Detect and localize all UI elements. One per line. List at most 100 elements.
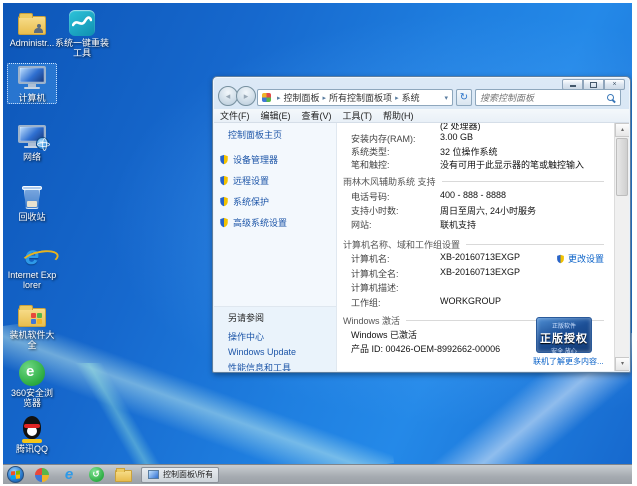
- spec-value: 周日至周六, 24小时服务: [440, 204, 536, 217]
- user-folder-icon: [17, 9, 47, 37]
- window-icon: [148, 470, 159, 479]
- search-icon: [607, 94, 615, 102]
- icon-label: Administr...: [7, 38, 57, 48]
- see-also-panel: 另请参阅 操作中心 Windows Update 性能信息和工具: [214, 306, 336, 371]
- taskbar-pinwheel-app-icon[interactable]: [33, 466, 51, 484]
- sidebar-action-center[interactable]: 操作中心: [228, 330, 336, 343]
- sidebar-windows-update[interactable]: Windows Update: [228, 347, 336, 357]
- spec-value: WORKGROUP: [440, 296, 501, 306]
- spec-row-system-type: 系统类型: 32 位操作系统: [337, 145, 614, 157]
- spec-row-pen-touch: 笔和触控: 没有可用于此显示器的笔或触控输入: [337, 158, 614, 170]
- desktop-icon-system-reinstall-tool[interactable]: 系统一键重装工具: [55, 9, 109, 58]
- spec-label: 计算机名:: [351, 252, 390, 265]
- spec-label: 工作组:: [351, 296, 381, 309]
- sidebar-performance-tools[interactable]: 性能信息和工具: [228, 361, 336, 371]
- menu-file[interactable]: 文件(F): [220, 109, 250, 122]
- close-icon: ×: [612, 81, 616, 88]
- title-bar[interactable]: ×: [213, 77, 630, 89]
- taskbar-internet-explorer[interactable]: e: [60, 466, 78, 484]
- recycle-bin-icon: [17, 183, 47, 211]
- reinstall-tool-icon: [67, 9, 97, 37]
- network-icon: [17, 123, 47, 151]
- desktop-icon-internet-explorer[interactable]: e Internet Explorer: [7, 241, 57, 290]
- computer-row-name: 计算机名: XB-20160713EXGP 更改设置: [337, 252, 614, 264]
- genuine-badge[interactable]: 正版软件 正版授权 安全 放心: [536, 317, 592, 353]
- breadcrumb-system[interactable]: 系统: [402, 91, 420, 104]
- forward-button[interactable]: ▸: [236, 86, 256, 106]
- taskbar-active-window-button[interactable]: 控制面板\所有控制...: [141, 467, 219, 483]
- desktop-icon-software-collection[interactable]: 装机软件大全: [7, 301, 57, 350]
- address-dropdown-icon[interactable]: ▾: [442, 94, 450, 102]
- uac-shield-icon: [219, 175, 229, 186]
- uac-shield-icon: [556, 254, 565, 264]
- breadcrumb-control-panel[interactable]: 控制面板: [284, 91, 320, 104]
- crumb-separator-icon: ▸: [277, 94, 281, 102]
- icon-label: 计算机: [8, 93, 56, 103]
- desktop: Administr... 系统一键重装工具 计算机 网络 回收站 e Inter…: [3, 3, 632, 484]
- refresh-button[interactable]: ↻: [456, 89, 472, 106]
- scroll-down-icon[interactable]: ▾: [615, 357, 629, 371]
- desktop-icon-network[interactable]: 网络: [7, 123, 57, 162]
- spec-label: 支持小时数:: [351, 204, 399, 217]
- sidebar-control-panel-home[interactable]: 控制面板主页: [228, 128, 336, 141]
- menu-tools[interactable]: 工具(T): [343, 109, 373, 122]
- computer-row-fullname: 计算机全名: XB-20160713EXGP: [337, 267, 614, 279]
- system-window: × ◂ ▸ ▸ 控制面板 ▸ 所有控制面板项 ▸ 系统 ▾ ↻ 文件(F): [212, 76, 631, 373]
- badge-title: 正版授权: [537, 330, 591, 346]
- back-button[interactable]: ◂: [218, 86, 238, 106]
- breadcrumb-all-items[interactable]: 所有控制面板项: [329, 91, 392, 104]
- navigation-bar: ◂ ▸ ▸ 控制面板 ▸ 所有控制面板项 ▸ 系统 ▾ ↻: [213, 89, 630, 109]
- support-section-header: 雨林木风辅助系统 支持: [343, 175, 604, 188]
- sidebar: 控制面板主页 设备管理器 远程设置 系统保护 高级系统设置: [214, 123, 337, 371]
- desktop-icon-administrator[interactable]: Administr...: [7, 9, 57, 48]
- sidebar-item-label: 系统保护: [233, 195, 269, 208]
- crumb-separator-icon: ▸: [395, 94, 399, 102]
- icon-label: Internet Explorer: [7, 270, 57, 290]
- spec-label: 笔和触控:: [351, 158, 390, 171]
- computer-name-section-header: 计算机名称、域和工作组设置: [343, 238, 604, 251]
- desktop-icon-computer[interactable]: 计算机: [7, 63, 57, 104]
- menu-edit[interactable]: 编辑(E): [261, 109, 291, 122]
- search-box[interactable]: [475, 89, 621, 106]
- sidebar-advanced-system-settings[interactable]: 高级系统设置: [219, 216, 336, 229]
- sidebar-item-label: 高级系统设置: [233, 216, 287, 229]
- desktop-icon-recycle-bin[interactable]: 回收站: [7, 183, 57, 222]
- uac-shield-icon: [219, 196, 229, 207]
- spec-label: 网站:: [351, 218, 372, 231]
- window-body: 控制面板主页 设备管理器 远程设置 系统保护 高级系统设置: [214, 123, 629, 371]
- internet-explorer-icon: e: [17, 241, 47, 269]
- spec-value: 3.00 GB: [440, 132, 473, 142]
- change-settings[interactable]: 更改设置: [556, 252, 604, 265]
- icon-label: 回收站: [7, 212, 57, 222]
- screen-frame: Administr... 系统一键重装工具 计算机 网络 回收站 e Inter…: [0, 0, 637, 486]
- sidebar-system-protection[interactable]: 系统保护: [219, 195, 336, 208]
- spec-value: 400 - 888 - 8888: [440, 190, 506, 200]
- scroll-up-icon[interactable]: ▴: [615, 123, 629, 137]
- desktop-icon-360-browser[interactable]: 360安全浏览器: [7, 359, 57, 408]
- address-bar[interactable]: ▸ 控制面板 ▸ 所有控制面板项 ▸ 系统 ▾: [257, 89, 453, 106]
- desktop-icon-tencent-qq[interactable]: 腾讯QQ: [7, 415, 57, 454]
- scrollbar-thumb[interactable]: [616, 138, 628, 196]
- back-icon: ◂: [226, 91, 231, 101]
- badge-small-text: 安全 放心: [537, 346, 591, 355]
- start-button[interactable]: [7, 466, 24, 483]
- menu-view[interactable]: 查看(V): [302, 109, 332, 122]
- sidebar-device-manager[interactable]: 设备管理器: [219, 153, 336, 166]
- vertical-scrollbar[interactable]: ▴ ▾: [614, 123, 629, 371]
- sidebar-remote-settings[interactable]: 远程设置: [219, 174, 336, 187]
- computer-row-workgroup: 工作组: WORKGROUP: [337, 296, 614, 308]
- icon-label: 360安全浏览器: [7, 388, 57, 408]
- taskbar-green-app[interactable]: ↺: [87, 466, 105, 484]
- task-button-label: 控制面板\所有控制...: [163, 469, 212, 480]
- change-settings-link[interactable]: 更改设置: [568, 252, 604, 265]
- crumb-separator-icon: ▸: [323, 94, 327, 102]
- search-input[interactable]: [476, 93, 607, 103]
- learn-more-online-link[interactable]: 联机了解更多内容...: [533, 356, 604, 367]
- online-support-link[interactable]: 联机支持: [440, 218, 476, 231]
- sidebar-item-label: 远程设置: [233, 174, 269, 187]
- spec-value: 没有可用于此显示器的笔或触控输入: [440, 158, 584, 171]
- taskbar-explorer[interactable]: [114, 466, 132, 484]
- menu-help[interactable]: 帮助(H): [383, 109, 414, 122]
- badge-small-text: 正版软件: [537, 321, 591, 330]
- sidebar-item-label: 设备管理器: [233, 153, 278, 166]
